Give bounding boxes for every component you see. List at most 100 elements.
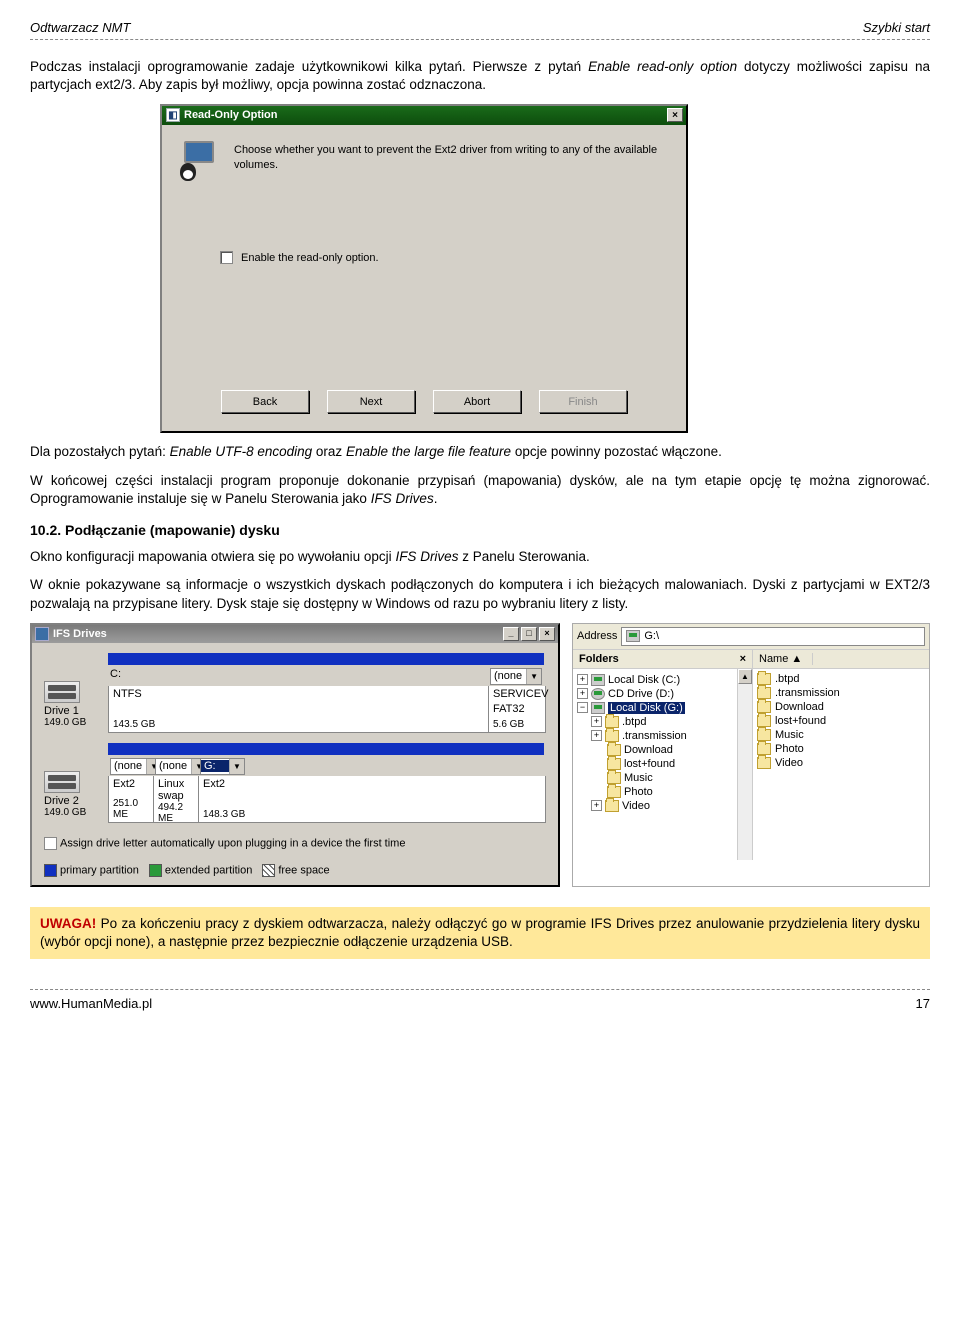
list-item-label: Video [775, 757, 803, 769]
tree-item[interactable]: +.btpd [591, 715, 750, 729]
folder-icon [757, 701, 771, 713]
drive-1-label: Drive 1 [44, 705, 98, 717]
folder-icon [607, 758, 621, 770]
folder-icon [757, 743, 771, 755]
tree-item-label: Music [624, 772, 653, 784]
tree-item-label: Video [622, 800, 650, 812]
ifs-app-icon [35, 627, 49, 641]
scroll-up-icon[interactable]: ▲ [738, 669, 752, 684]
auto-assign-checkbox[interactable] [44, 837, 57, 850]
tree-item-label: .transmission [622, 730, 687, 742]
folder-icon [757, 715, 771, 727]
list-item-label: Music [775, 729, 804, 741]
dialog-app-icon: ◧ [166, 108, 180, 122]
tree-expand-icon[interactable]: − [577, 702, 588, 713]
tree-item[interactable]: Download [591, 743, 750, 757]
close-icon[interactable]: × [667, 108, 683, 122]
dialog-titlebar: ◧ Read-Only Option × [162, 106, 686, 125]
cd-icon [591, 688, 605, 700]
tree-expand-icon[interactable]: + [591, 730, 602, 741]
address-field[interactable]: G:\ [621, 627, 925, 646]
tree-item[interactable]: + .transmission [591, 729, 750, 743]
readonly-checkbox-label: Enable the read-only option. [241, 252, 379, 264]
header-left: Odtwarzacz NMT [30, 20, 130, 35]
tree-item-label: Local Disk (G:) [608, 702, 685, 714]
list-item-label: .transmission [775, 687, 840, 699]
tree-item-label: Local Disk (C:) [608, 674, 680, 686]
partition-bar-primary [108, 653, 488, 665]
ifs-titlebar: IFS Drives _ □ × [32, 625, 558, 643]
chevron-down-icon: ▼ [526, 669, 541, 684]
footer-rule [30, 989, 930, 990]
tree-item[interactable]: + Video [591, 799, 750, 813]
folder-tree[interactable]: + Local Disk (C:)+CD Drive (D:)− Local Dis… [573, 669, 752, 860]
list-item[interactable]: Download [757, 700, 925, 714]
page-footer: www.HumanMedia.pl 17 [30, 996, 930, 1011]
list-item[interactable]: Music [757, 728, 925, 742]
list-item[interactable]: .transmission [757, 686, 925, 700]
page-header: Odtwarzacz NMT Szybki start [30, 20, 930, 35]
partition-bar-primary [153, 743, 198, 755]
tree-item[interactable]: + Local Disk (C:) [577, 673, 750, 687]
maximize-icon[interactable]: □ [521, 627, 537, 641]
tree-item[interactable]: − Local Disk (G:) [577, 701, 750, 715]
para-1: Podczas instalacji oprogramowanie zadaje… [30, 58, 930, 94]
tree-item[interactable]: Photo [591, 785, 750, 799]
folder-icon [607, 786, 621, 798]
para-2: Dla pozostałych pytań: Enable UTF-8 enco… [30, 443, 930, 461]
explorer-window: Address G:\ Folders × +Local Disk (C:)+C… [572, 623, 930, 887]
drive-1-size: 149.0 GB [44, 717, 98, 728]
drive2-part2-cell: Linux swap 494.2 ME [154, 776, 199, 822]
drive1-letter-c: C: [108, 667, 488, 686]
folders-close-icon[interactable]: × [740, 653, 746, 665]
tree-item[interactable]: +CD Drive (D:) [577, 687, 750, 701]
header-rule [30, 39, 930, 40]
drive2-part3-letter-dropdown[interactable]: G:▼ [200, 758, 245, 775]
drive-2-label: Drive 2 [44, 795, 98, 807]
list-item-label: Photo [775, 743, 804, 755]
drive2-part1-cell: Ext2 251.0 ME [109, 776, 154, 822]
file-list[interactable]: .btpd.transmissionDownloadlost+foundMusi… [753, 669, 929, 773]
next-button[interactable]: Next [327, 390, 415, 413]
partition-bar-primary [488, 653, 544, 665]
abort-button[interactable]: Abort [433, 390, 521, 413]
tree-item-label: lost+found [624, 758, 675, 770]
minimize-icon[interactable]: _ [503, 627, 519, 641]
drive-icon [44, 681, 80, 703]
tree-expand-icon[interactable]: + [591, 800, 602, 811]
auto-assign-label: Assign drive letter automatically upon p… [60, 837, 405, 849]
header-right: Szybki start [863, 20, 930, 35]
warning-box: UWAGA! Po za kończeniu pracy z dyskiem o… [30, 907, 930, 959]
list-item[interactable]: .btpd [757, 672, 925, 686]
drive1-part1-cell: NTFS 143.5 GB [109, 686, 489, 732]
folder-icon [605, 730, 619, 742]
readonly-checkbox[interactable] [220, 251, 233, 264]
page-number: 17 [916, 996, 930, 1011]
folder-icon [605, 716, 619, 728]
tree-item[interactable]: Music [591, 771, 750, 785]
tree-expand-icon[interactable]: + [591, 716, 602, 727]
tree-scrollbar[interactable]: ▲ [737, 669, 752, 860]
back-button[interactable]: Back [221, 390, 309, 413]
list-column-header[interactable]: Name ▲ [753, 650, 929, 669]
ifs-drives-window: IFS Drives _ □ × Drive 1 149.0 GB [30, 623, 560, 887]
ext2-penguin-icon [180, 141, 220, 181]
tree-item-label: Photo [624, 786, 653, 798]
folder-icon [607, 744, 621, 756]
drive-1-block: Drive 1 149.0 GB C: (none▼ [44, 653, 546, 733]
legend-free: free space [262, 864, 329, 877]
drive1-part2-letter-dropdown[interactable]: (none▼ [490, 668, 542, 685]
hdd-icon [591, 702, 605, 714]
sort-asc-icon: ▲ [791, 653, 802, 665]
tree-expand-icon[interactable]: + [577, 674, 588, 685]
tree-expand-icon[interactable]: + [577, 688, 588, 699]
list-item[interactable]: lost+found [757, 714, 925, 728]
partition-bar-primary [108, 743, 153, 755]
para-4: Okno konfiguracji mapowania otwiera się … [30, 548, 930, 566]
tree-item[interactable]: lost+found [591, 757, 750, 771]
list-item[interactable]: Photo [757, 742, 925, 756]
list-item[interactable]: Video [757, 756, 925, 770]
close-icon[interactable]: × [539, 627, 555, 641]
para-5: W oknie pokazywane są informacje o wszys… [30, 576, 930, 612]
chevron-down-icon: ▼ [229, 759, 244, 774]
